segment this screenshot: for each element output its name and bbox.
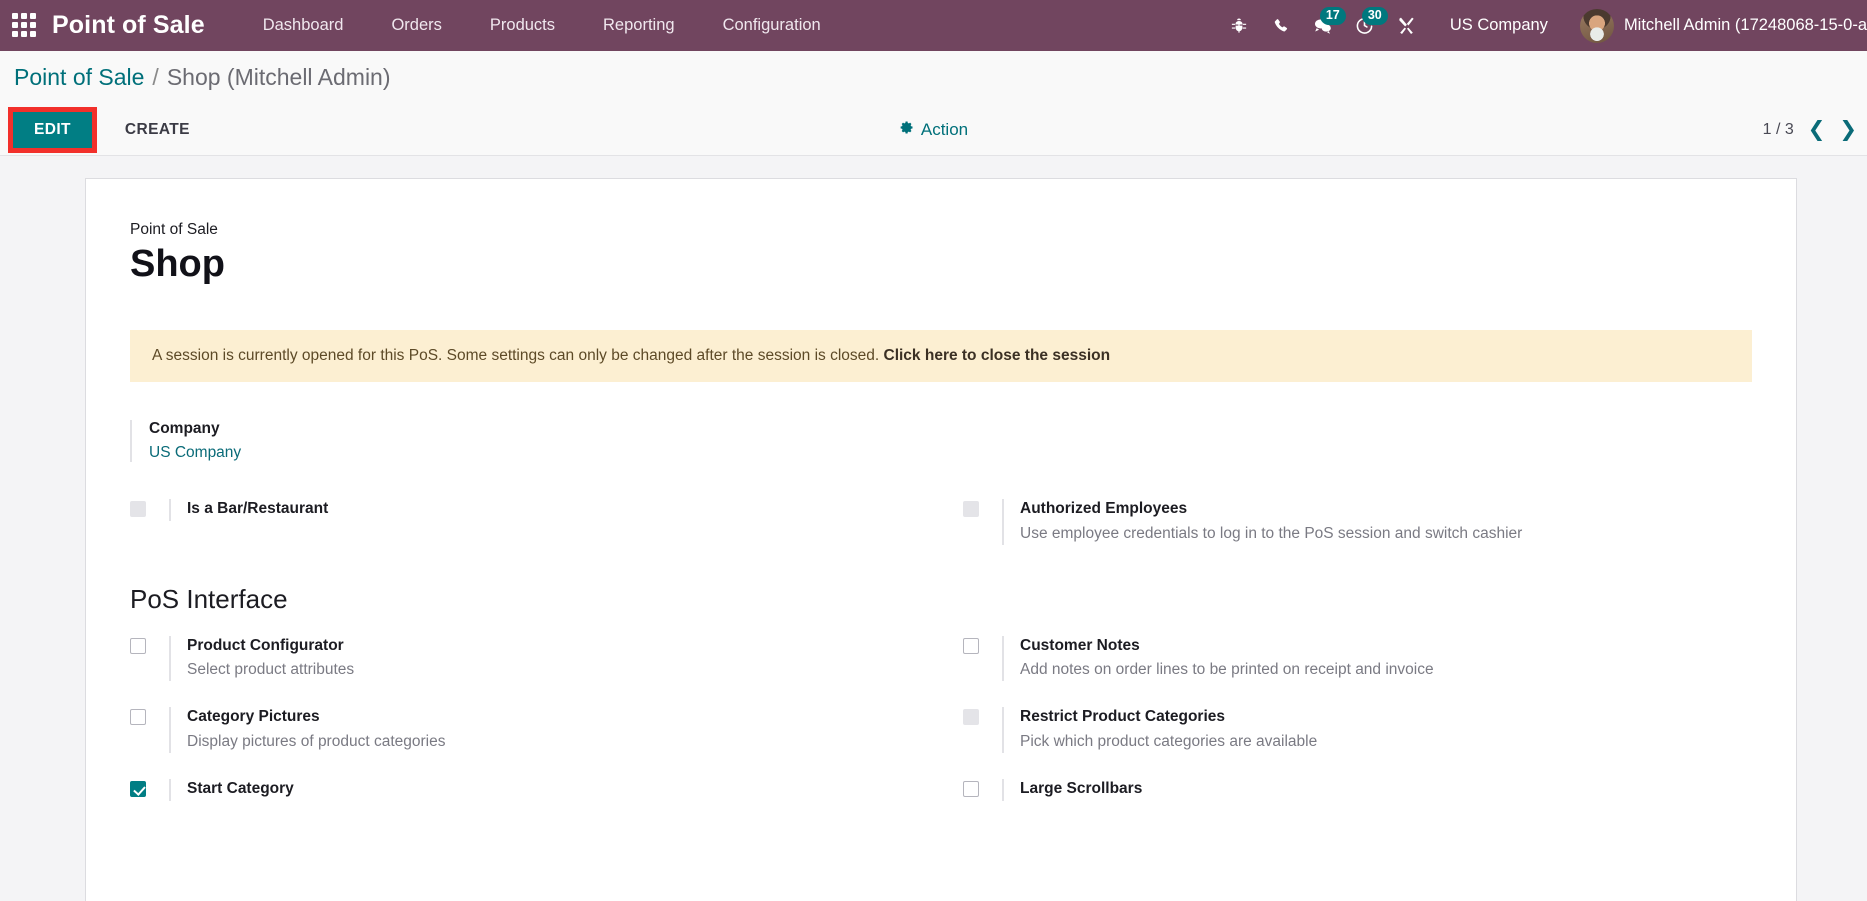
phone-icon[interactable] [1260,17,1302,35]
top-settings-grid: Is a Bar/Restaurant Authorized Employees… [130,486,1752,558]
apps-grid-icon[interactable] [12,12,38,39]
action-menu-button[interactable]: Action [899,120,968,140]
messages-badge: 17 [1319,6,1346,25]
pos-interface-settings-grid: Product Configurator Select product attr… [130,623,1752,815]
create-button[interactable]: CREATE [111,112,204,148]
menu-item-configuration[interactable]: Configuration [699,0,845,51]
setting-authorized-employees[interactable]: Authorized Employees Use employee creden… [963,486,1752,558]
setting-restrict-product-categories[interactable]: Restrict Product Categories Pick which p… [963,694,1752,766]
checkbox-product-configurator[interactable] [130,637,146,654]
company-field-value[interactable]: US Company [149,444,1752,462]
setting-label: Authorized Employees [1020,499,1188,517]
setting-label: Category Pictures [187,708,320,726]
activities-badge: 30 [1361,7,1388,25]
setting-product-configurator[interactable]: Product Configurator Select product attr… [130,623,919,695]
checkbox-category-pictures[interactable] [130,709,146,726]
breadcrumb: Point of Sale / Shop (Mitchell Admin) [0,51,1867,104]
breadcrumb-separator: / [152,64,159,90]
setting-start-category[interactable]: Start Category [130,766,919,814]
checkbox-customer-notes[interactable] [963,637,979,654]
user-name-label: Mitchell Admin (17248068-15-0-a [1623,16,1867,34]
control-panel: EDIT CREATE Action 1 / 3 ❮ ❯ [0,104,1867,156]
form-sheet: Point of Sale Shop A session is currentl… [85,178,1797,901]
bug-icon[interactable] [1218,17,1260,35]
setting-label: Product Configurator [187,636,344,654]
gear-icon [899,120,914,140]
close-session-link[interactable]: Click here to close the session [884,347,1111,364]
messages-icon[interactable]: 17 [1302,6,1346,36]
setting-label: Is a Bar/Restaurant [187,499,329,517]
setting-description: Add notes on order lines to be printed o… [1020,661,1434,679]
pager-counter[interactable]: 1 / 3 [1763,121,1794,139]
checkbox-start-category[interactable] [130,781,146,798]
form-scroll-area[interactable]: Point of Sale Shop A session is currentl… [0,156,1867,901]
setting-category-pictures[interactable]: Category Pictures Display pictures of pr… [130,694,919,766]
checkbox-is-bar-restaurant [130,500,146,517]
chevron-left-icon[interactable]: ❮ [1808,119,1826,140]
setting-label: Start Category [187,780,294,798]
app-brand-title[interactable]: Point of Sale [52,11,205,40]
user-menu[interactable]: Mitchell Admin (17248068-15-0-a [1579,8,1867,43]
setting-label: Restrict Product Categories [1020,708,1225,726]
page-title: Shop [130,243,225,285]
activities-clock-icon[interactable]: 30 [1344,7,1388,35]
setting-description: Pick which product categories are availa… [1020,733,1318,751]
setting-description: Use employee credentials to log in to th… [1020,524,1523,542]
main-menu: Dashboard Orders Products Reporting Conf… [239,0,845,51]
company-switcher[interactable]: US Company [1450,16,1548,35]
checkbox-authorized-employees [963,500,979,517]
setting-large-scrollbars[interactable]: Large Scrollbars [963,766,1752,814]
menu-item-dashboard[interactable]: Dashboard [239,0,368,51]
setting-customer-notes[interactable]: Customer Notes Add notes on order lines … [963,623,1752,695]
setting-is-bar-restaurant[interactable]: Is a Bar/Restaurant [130,486,919,558]
session-alert-banner: A session is currently opened for this P… [130,329,1752,382]
edit-button[interactable]: EDIT [13,111,92,148]
setting-label: Large Scrollbars [1020,780,1143,798]
menu-item-orders[interactable]: Orders [367,0,465,51]
avatar [1579,8,1614,43]
checkbox-restrict-product-categories [963,709,979,726]
tools-icon[interactable] [1386,16,1428,35]
form-kicker: Point of Sale [130,221,218,238]
chevron-right-icon[interactable]: ❯ [1839,119,1857,140]
breadcrumb-root[interactable]: Point of Sale [14,64,144,91]
setting-description: Select product attributes [187,661,355,679]
navbar-systray: 17 30 US Company Mitchell Admin (1724806… [1218,6,1867,43]
top-navbar: Point of Sale Dashboard Orders Products … [0,0,1867,51]
company-field-label: Company [149,419,220,437]
setting-description: Display pictures of product categories [187,733,446,751]
action-label: Action [920,119,969,139]
pager: 1 / 3 ❮ ❯ [1763,119,1857,140]
section-title-pos-interface: PoS Interface [130,583,288,614]
checkbox-large-scrollbars[interactable] [963,781,979,798]
company-field: Company US Company [130,419,1752,462]
edit-button-highlight: EDIT [8,106,97,153]
alert-text: A session is currently opened for this P… [152,346,880,364]
breadcrumb-current: Shop (Mitchell Admin) [166,64,391,90]
setting-label: Customer Notes [1020,636,1140,654]
menu-item-reporting[interactable]: Reporting [579,0,699,51]
menu-item-products[interactable]: Products [466,0,579,51]
